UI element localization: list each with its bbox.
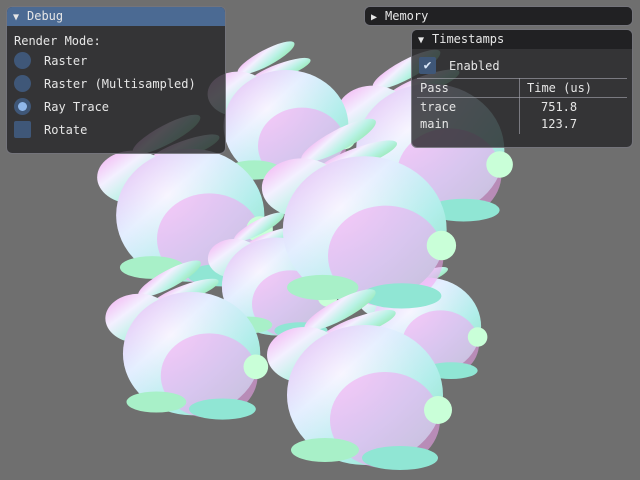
rotate-option[interactable]: Rotate [14,120,214,140]
checkmark-icon: ✔ [423,58,432,73]
column-header-time: Time (us) [527,81,593,95]
table-column-divider [519,78,520,134]
raster-multisampled-label: Raster (Multisampled) [44,77,196,91]
table-row-pass: main [420,117,449,131]
rotate-checkbox[interactable] [14,121,31,138]
timestamps-titlebar[interactable]: ▼ Timestamps [412,30,632,49]
table-header-divider [417,97,627,98]
ray-trace-label: Ray Trace [44,100,110,114]
render-mode-raster-msaa-option[interactable]: Raster (Multisampled) [14,74,214,94]
table-top-divider [417,78,627,79]
timestamps-title: Timestamps [432,32,505,46]
render-mode-label: Render Mode: [14,34,101,48]
memory-window[interactable]: ▶ Memory [364,6,633,26]
raster-radio[interactable] [14,52,31,69]
timestamps-window[interactable]: ▼ Timestamps ✔ Enabled Pass Time (us) tra… [411,29,633,148]
triangle-right-icon[interactable]: ▶ [371,8,385,25]
enabled-checkbox[interactable]: ✔ [419,57,436,74]
table-row-pass: trace [420,100,457,114]
debug-window[interactable]: ▼ Debug Render Mode: Raster Raster (Multi… [6,6,226,154]
table-row-time: 751.8 [541,100,578,114]
column-header-pass: Pass [420,81,449,95]
raster-label: Raster [44,54,88,68]
triangle-down-icon[interactable]: ▼ [418,31,432,50]
memory-title: Memory [385,9,429,23]
enabled-label: Enabled [449,59,500,73]
enabled-option[interactable]: ✔ Enabled [419,56,619,76]
render-mode-raster-option[interactable]: Raster [14,51,214,71]
render-mode-ray-trace-option[interactable]: Ray Trace [14,97,214,117]
rotate-label: Rotate [44,123,88,137]
table-row-time: 123.7 [541,117,578,131]
debug-title: Debug [27,9,64,23]
debug-titlebar[interactable]: ▼ Debug [7,7,225,26]
raster-multisampled-radio[interactable] [14,75,31,92]
triangle-down-icon[interactable]: ▼ [13,8,27,27]
ray-trace-radio[interactable] [14,98,31,115]
memory-titlebar[interactable]: ▶ Memory [365,7,632,25]
